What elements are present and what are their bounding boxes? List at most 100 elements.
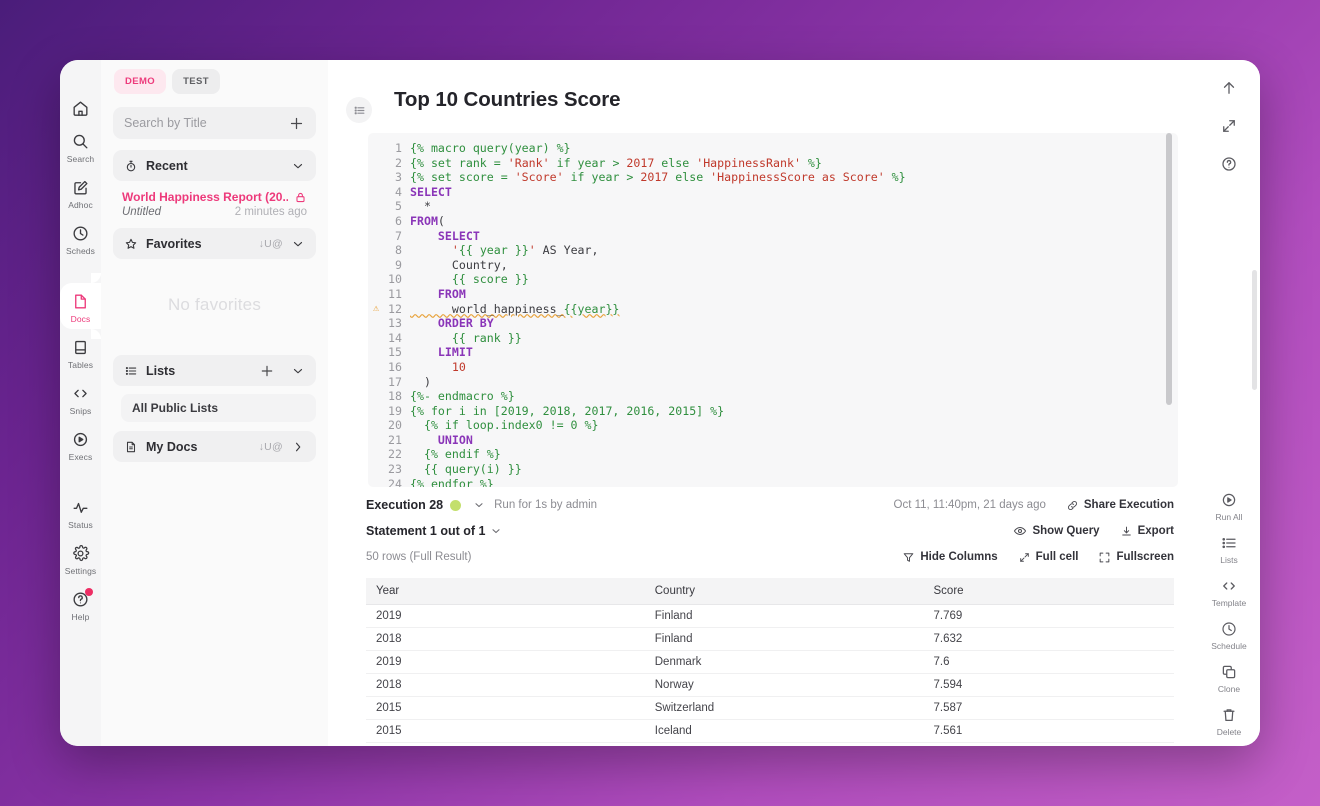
table-cell[interactable]: Denmark	[644, 650, 924, 674]
code-text: {% endif %}	[423, 447, 501, 462]
chevron-down-icon[interactable]	[490, 525, 502, 537]
delete-button[interactable]: Delete	[1198, 697, 1260, 740]
share-execution-button[interactable]: Share Execution	[1066, 499, 1174, 512]
table-cell[interactable]: 2015	[366, 696, 645, 720]
section-recent[interactable]: Recent	[113, 150, 316, 181]
left-icon-rail: Search Adhoc Scheds Docs Tables Snips Ex…	[60, 60, 101, 746]
lists-button[interactable]: Lists	[1198, 525, 1260, 568]
rail-item-scheds[interactable]: Scheds	[60, 215, 101, 261]
table-row[interactable]: 2015 Switzerland 7.587	[366, 696, 1174, 720]
line-number: 7	[395, 228, 402, 243]
export-button[interactable]: Export	[1120, 525, 1174, 538]
table-row[interactable]: 2019 Denmark 7.6	[366, 650, 1174, 674]
rail-item-adhoc[interactable]: Adhoc	[60, 169, 101, 215]
table-column-header[interactable]: Country	[644, 578, 924, 605]
fullscreen-button[interactable]: Fullscreen	[1098, 551, 1174, 564]
table-column-header[interactable]: Score	[923, 578, 1174, 605]
table-row[interactable]: 2018 Norway 7.594	[366, 673, 1174, 697]
table-cell[interactable]: 2019	[366, 604, 645, 628]
table-cell[interactable]: 7.6	[923, 650, 1174, 674]
code-editor[interactable]: 1 {% macro query(year) %} 2 {% set rank = '…	[368, 133, 1178, 487]
full-cell-button[interactable]: Full cell	[1018, 551, 1078, 564]
hamburger-icon[interactable]	[346, 97, 372, 123]
table-cell[interactable]: 2018	[366, 627, 645, 651]
table-cell[interactable]: Norway	[644, 673, 924, 697]
table-cell[interactable]: 7.555	[923, 742, 1174, 746]
search-input[interactable]: Search by Title	[113, 107, 316, 139]
collapse-icon[interactable]	[1220, 117, 1238, 135]
show-query-button[interactable]: Show Query	[1013, 524, 1100, 538]
recent-doc-meta: Untitled 2 minutes ago	[113, 206, 316, 228]
rail-label-status: Status	[68, 520, 93, 530]
table-cell[interactable]: 2019	[366, 650, 645, 674]
document-header: Top 10 Countries Score	[328, 60, 1198, 123]
line-number: 17	[388, 374, 402, 389]
section-my-docs[interactable]: My Docs ↓U@	[113, 431, 316, 462]
table-row[interactable]: 2018 Finland 7.632	[366, 627, 1174, 651]
plus-icon[interactable]	[259, 363, 275, 379]
chevron-down-icon[interactable]	[291, 159, 305, 173]
run-all-button[interactable]: Run All	[1198, 482, 1260, 525]
list-item-all-public-lists[interactable]: All Public Lists	[121, 394, 316, 422]
results-table: Year Country Score 2019 Finland 7.769 2018 Fin…	[366, 578, 1174, 746]
plus-icon[interactable]	[288, 115, 305, 132]
code-text: FROM(	[410, 213, 445, 228]
code-text: {{ query(i) }}	[423, 462, 522, 477]
template-button[interactable]: Template	[1198, 568, 1260, 611]
right-rail-scrollbar[interactable]	[1252, 270, 1257, 390]
rail-item-tables[interactable]: Tables	[60, 329, 101, 375]
rail-item-snips[interactable]: Snips	[60, 375, 101, 421]
table-cell[interactable]: Denmark	[644, 742, 924, 746]
table-cell[interactable]: 2018	[366, 742, 645, 746]
code-content[interactable]: 1 {% macro query(year) %} 2 {% set rank = '…	[368, 141, 1178, 487]
rail-item-settings[interactable]: Settings	[60, 535, 101, 581]
page-title: Top 10 Countries Score	[394, 88, 621, 111]
chevron-down-icon[interactable]	[291, 364, 305, 378]
table-cell[interactable]: Finland	[644, 627, 924, 651]
table-row[interactable]: 2015 Iceland 7.561	[366, 719, 1174, 743]
schedule-label: Schedule	[1211, 641, 1247, 651]
table-cell[interactable]: 7.769	[923, 604, 1174, 628]
arrow-up-icon[interactable]	[1220, 79, 1238, 97]
chevron-down-icon[interactable]	[473, 499, 485, 511]
rail-item-status[interactable]: Status	[60, 489, 101, 535]
table-column-header[interactable]: Year	[366, 578, 645, 605]
env-tab-test[interactable]: TEST	[172, 69, 220, 94]
table-cell[interactable]: Iceland	[644, 719, 924, 743]
table-cell[interactable]: 7.632	[923, 627, 1174, 651]
code-line: 13 ORDER BY	[368, 316, 1178, 331]
rail-item-docs[interactable]: Docs	[60, 273, 101, 339]
editor-scrollbar[interactable]	[1166, 133, 1172, 405]
rail-item-help[interactable]: Help	[60, 581, 101, 638]
docs-panel: DEMO TEST Search by Title Recent World H…	[101, 60, 328, 746]
rail-item-home[interactable]	[60, 90, 101, 123]
env-tab-demo[interactable]: DEMO	[114, 69, 167, 94]
rail-item-execs[interactable]: Execs	[60, 421, 101, 467]
chevron-down-icon[interactable]	[291, 237, 305, 251]
table-cell[interactable]: 2018	[366, 673, 645, 697]
rail-label-tables: Tables	[67, 360, 94, 370]
table-row[interactable]: 2018Denmark7.555	[366, 742, 1174, 746]
table-row[interactable]: 2019 Finland 7.769	[366, 604, 1174, 628]
help-circle-icon[interactable]	[1220, 155, 1238, 173]
table-cell[interactable]: Finland	[644, 604, 924, 628]
rail-label-search: Search	[66, 154, 95, 164]
table-cell[interactable]: 2015	[366, 719, 645, 743]
table-cell[interactable]: Switzerland	[644, 696, 924, 720]
chevron-right-icon[interactable]	[291, 440, 305, 454]
rail-label-docs: Docs	[70, 314, 91, 324]
clone-button[interactable]: Clone	[1198, 654, 1260, 697]
rail-item-search[interactable]: Search	[60, 123, 101, 169]
table-cell[interactable]: 7.587	[923, 696, 1174, 720]
code-text: ORDER BY	[437, 316, 494, 331]
hide-columns-button[interactable]: Hide Columns	[902, 551, 998, 564]
eye-icon	[1013, 524, 1027, 538]
table-cell[interactable]: 7.561	[923, 719, 1174, 743]
recent-doc-item[interactable]: World Happiness Report (20...	[113, 181, 316, 206]
schedule-button[interactable]: Schedule	[1198, 611, 1260, 654]
table-cell[interactable]: 7.594	[923, 673, 1174, 697]
section-lists-label: Lists	[146, 363, 176, 378]
results-table-wrapper[interactable]: Year Country Score 2019 Finland 7.769 2018 Fin…	[366, 578, 1174, 746]
section-favorites[interactable]: Favorites ↓U@	[113, 228, 316, 259]
section-lists[interactable]: Lists	[113, 355, 316, 386]
